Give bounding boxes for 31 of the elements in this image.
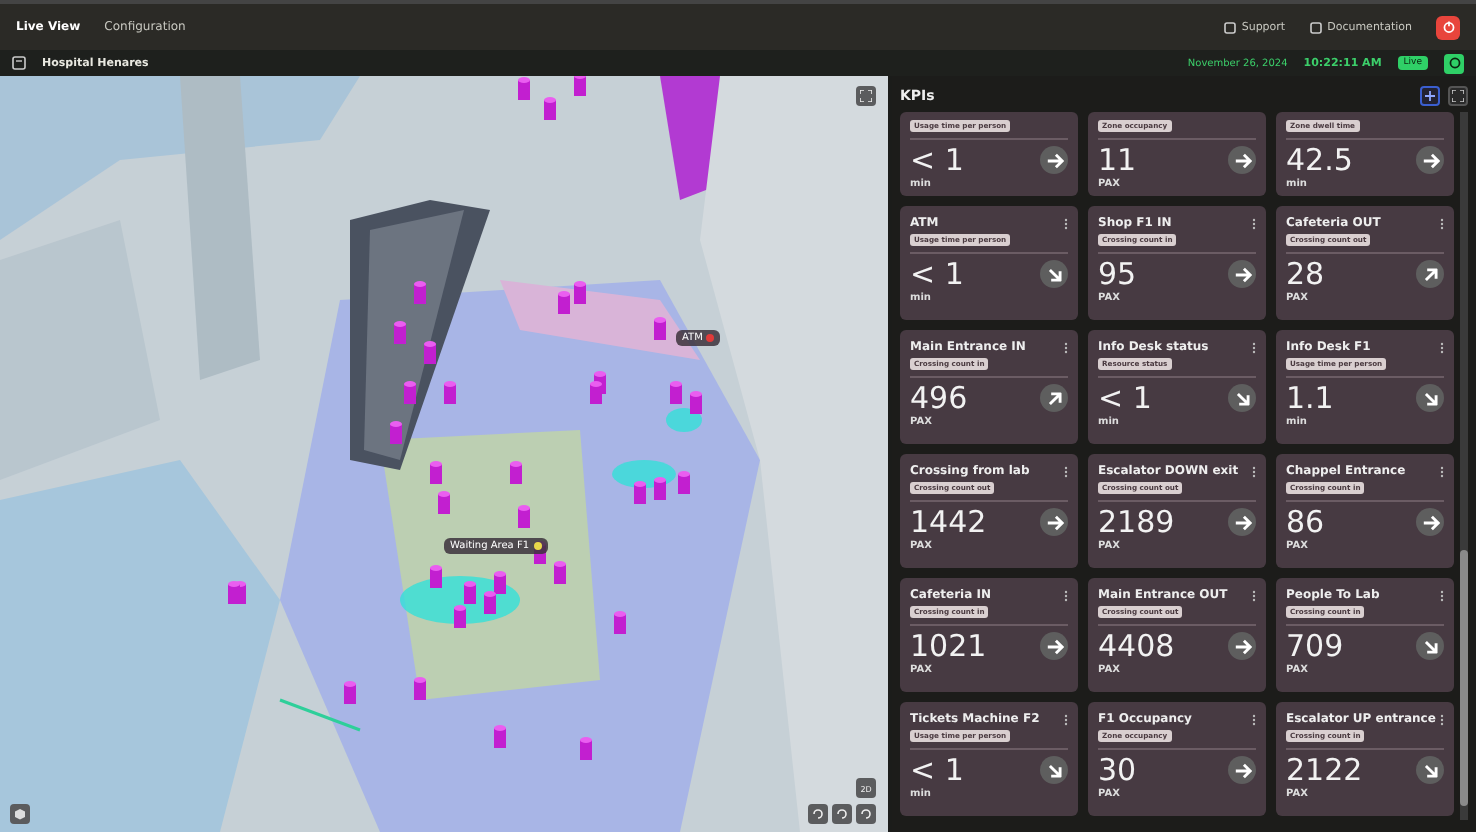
cube-icon [14,808,26,820]
kpi-value: 1021 [910,630,987,663]
cube-button[interactable] [10,804,30,824]
scrollbar[interactable] [1460,112,1468,820]
kpi-value: 28 [1286,258,1325,291]
reset-button[interactable] [856,804,876,824]
kpi-value: 709 [1286,630,1344,663]
power-button[interactable] [1436,15,1460,39]
kpi-value: 1442 [910,506,987,539]
kpi-value: 496 [910,382,968,415]
power-icon [1441,20,1455,34]
undo-icon [812,808,824,820]
undo-button[interactable] [808,804,828,824]
kpi-value: 1.1 [1286,382,1334,415]
add-button[interactable] [1420,86,1440,106]
kpi-value: < 1 [1098,382,1152,415]
kpi-value: 4408 [1098,630,1175,663]
kpi-value: < 1 [910,258,964,291]
kpi-value: 95 [1098,258,1137,291]
kpi-value: 11 [1098,144,1137,177]
expand-button[interactable] [1448,86,1468,106]
kpi-value: 30 [1098,754,1137,787]
refresh-button[interactable] [1444,53,1464,73]
kpi-value: 2189 [1098,506,1175,539]
redo-button[interactable] [832,804,852,824]
kpi-value: < 1 [910,754,964,787]
fullscreen-button[interactable] [856,86,876,106]
kpi-value: 2122 [1286,754,1363,787]
kpi-value: 86 [1286,506,1325,539]
kpi-value: 42.5 [1286,144,1353,177]
kpi-value: < 1 [910,144,964,177]
